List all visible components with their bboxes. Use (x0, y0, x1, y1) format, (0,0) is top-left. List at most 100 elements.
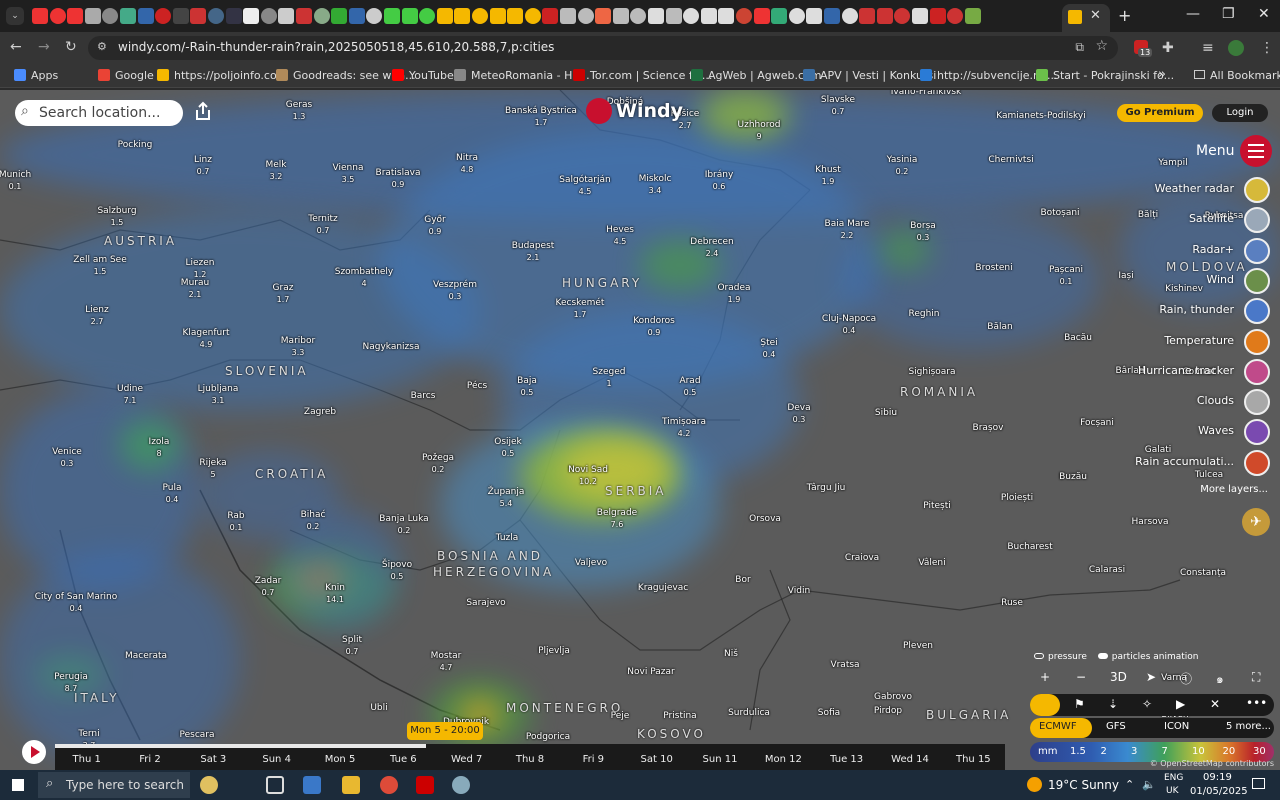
3d-button[interactable]: 3D (1110, 670, 1127, 684)
timeline-day[interactable]: Wed 14 (891, 754, 929, 765)
tab-favicon-icon[interactable] (595, 8, 612, 24)
tab-favicon-icon[interactable] (824, 8, 840, 24)
satellite-icon[interactable]: ✧ (1142, 697, 1152, 711)
city-label[interactable]: Botoșani (1040, 208, 1079, 219)
tab-favicon-icon[interactable] (841, 8, 858, 24)
maximize-button[interactable]: ❐ (1222, 6, 1235, 22)
city-label[interactable]: Knin 14.1 (325, 583, 345, 605)
tab-favicon-icon[interactable] (577, 8, 594, 24)
city-label[interactable]: Kondoros 0.9 (633, 316, 675, 338)
city-label[interactable]: Valjevo (575, 558, 607, 569)
city-label[interactable]: Tuzla (496, 533, 519, 544)
weather-map[interactable]: AUSTRIA SLOVENIA CROATIA HUNGARY ROMANIA MOLD… (0, 90, 1280, 770)
city-label[interactable]: Maribor 3.3 (281, 336, 315, 358)
timeline-day[interactable]: Sat 3 (200, 754, 226, 765)
city-label[interactable]: Yasinia 0.2 (887, 155, 918, 177)
flag-icon[interactable]: ⚑ (1074, 697, 1085, 711)
chrome-icon[interactable] (380, 776, 398, 794)
tab-favicon-icon[interactable] (700, 8, 717, 24)
city-label[interactable]: Sarajevo (466, 598, 505, 609)
city-label[interactable]: Brosteni (975, 263, 1012, 274)
more-layers-link[interactable]: More layers... (1200, 484, 1268, 495)
city-label[interactable]: Kragujevac (638, 583, 688, 594)
tab-search-button[interactable]: ⌄ (6, 7, 24, 25)
city-label[interactable]: Ubli (370, 703, 387, 714)
city-label[interactable]: Zadar 0.7 (255, 576, 282, 598)
city-label[interactable]: Linz 0.7 (194, 155, 212, 177)
taskbar-weather[interactable]: 19°C Sunny (1048, 778, 1119, 792)
language-indicator[interactable]: ENG (1164, 773, 1183, 783)
tab-favicon-icon[interactable] (859, 8, 876, 24)
tab-favicon-icon[interactable] (771, 8, 788, 24)
flight-button[interactable]: ✈ (1242, 508, 1270, 536)
city-label[interactable]: Cluj-Napoca 0.4 (822, 314, 876, 336)
city-label[interactable]: Banja Luka 0.2 (379, 514, 428, 536)
login-button[interactable]: Login (1212, 104, 1268, 122)
weather-picker-button[interactable] (1030, 694, 1060, 716)
city-label[interactable]: Heves 4.5 (606, 225, 634, 247)
menu-hamburger-button[interactable] (1240, 135, 1272, 167)
minimize-button[interactable]: — (1186, 6, 1200, 22)
timeline-day[interactable]: Tue 6 (390, 754, 417, 765)
city-label[interactable]: Pula 0.4 (163, 483, 182, 505)
acrobat-icon[interactable] (416, 776, 434, 794)
tab-favicon-icon[interactable] (331, 8, 348, 24)
city-label[interactable]: Yampil (1158, 158, 1187, 169)
city-label[interactable]: Ploiești (1001, 493, 1033, 504)
taskbar-app-icon[interactable] (303, 776, 321, 794)
taskbar-app2-icon[interactable] (452, 776, 470, 794)
layer-item[interactable]: Waves (1100, 419, 1270, 446)
timeline-day[interactable]: Fri 2 (139, 754, 160, 765)
city-label[interactable]: Lienz 2.7 (85, 305, 108, 327)
city-label[interactable]: Borșa 0.3 (910, 221, 936, 243)
tab-favicon-icon[interactable] (947, 8, 964, 24)
file-explorer-icon[interactable] (342, 776, 360, 794)
reload-icon[interactable]: ↻ (65, 39, 77, 55)
model-ecmwf[interactable]: ECMWF (1030, 718, 1092, 738)
tab-favicon-icon[interactable] (894, 8, 911, 24)
city-label[interactable]: Salgótarján 4.5 (559, 175, 610, 197)
city-label[interactable]: Khust 1.9 (815, 165, 841, 187)
layer-item[interactable]: Radar+ (1100, 237, 1270, 264)
city-label[interactable]: Deva 0.3 (787, 403, 810, 425)
city-label[interactable]: Vidin (788, 586, 810, 597)
install-app-icon[interactable]: ⧉ (1075, 40, 1084, 55)
media-control-icon[interactable]: ≡ (1202, 40, 1214, 56)
hurricane-icon[interactable]: ๑ (1216, 670, 1224, 689)
tab-favicon-icon[interactable] (612, 8, 629, 24)
city-label[interactable]: Vienna 3.5 (333, 163, 364, 185)
go-premium-button[interactable]: Go Premium (1117, 104, 1203, 122)
bookmark-item[interactable]: Start - Pokrajinski fo... (1036, 69, 1174, 82)
tab-favicon-icon[interactable] (84, 8, 101, 24)
city-label[interactable]: Rijeka 5 (199, 458, 226, 480)
city-label[interactable]: Salzburg 1.5 (97, 206, 136, 228)
city-label[interactable]: Geras 1.3 (286, 100, 312, 122)
timeline-day[interactable]: Thu 1 (72, 754, 100, 765)
city-label[interactable]: Pécs (467, 381, 487, 392)
city-label[interactable]: Klagenfurt 4.9 (183, 328, 230, 350)
layer-item[interactable]: Temperature (1100, 328, 1270, 355)
model-gfs[interactable]: GFS (1106, 721, 1126, 732)
city-label[interactable]: Orsova (749, 514, 781, 525)
city-label[interactable]: Munich 0.1 (0, 170, 31, 192)
bookmark-item[interactable]: MeteoRomania - Ha... (454, 69, 590, 82)
city-label[interactable]: Baia Mare 2.2 (825, 219, 870, 241)
tab-favicon-icon[interactable] (419, 8, 436, 24)
city-label[interactable]: Nitra 4.8 (456, 153, 478, 175)
city-label[interactable]: Timișoara 4.2 (662, 417, 706, 439)
tab-favicon-icon[interactable] (366, 8, 383, 24)
timeline-day[interactable]: Fri 9 (583, 754, 604, 765)
tab-favicon-icon[interactable] (313, 8, 330, 24)
city-label[interactable]: Požega 0.2 (422, 453, 454, 475)
search-location-input[interactable]: ⌕ Search location... (15, 100, 183, 126)
tab-favicon-icon[interactable] (436, 8, 453, 24)
city-label[interactable]: Ivano-Frankivsk (891, 90, 962, 98)
tab-favicon-icon[interactable] (648, 8, 664, 24)
timeline-day[interactable]: Mon 5 (325, 754, 356, 765)
city-label[interactable]: Bor (735, 575, 750, 586)
forward-arrow-icon[interactable]: → (38, 39, 50, 55)
city-label[interactable]: Ibrány 0.6 (705, 170, 734, 192)
tab-favicon-icon[interactable] (137, 8, 154, 24)
city-label[interactable]: Târgu Jiu (807, 483, 846, 494)
city-label[interactable]: Bălan (987, 322, 1012, 333)
